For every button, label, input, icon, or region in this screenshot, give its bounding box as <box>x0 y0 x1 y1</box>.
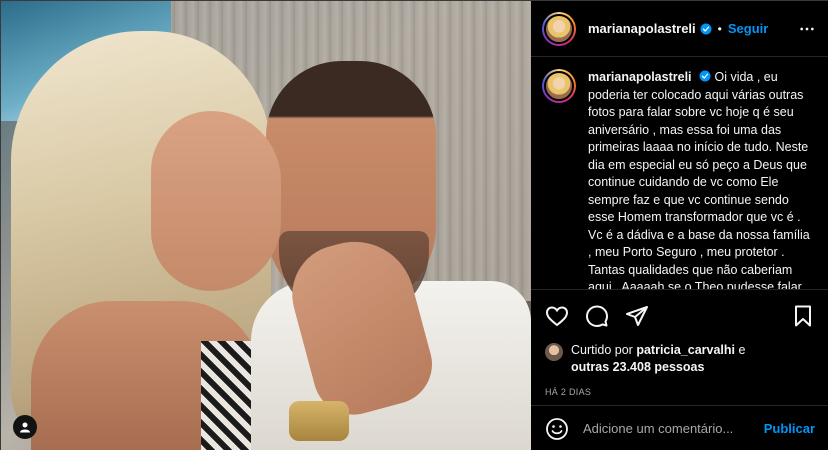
action-buttons <box>545 302 815 330</box>
likes-text: Curtido por patricia_carvalhi e outras 2… <box>571 342 745 376</box>
caption-row: marianapolastreli Oi vida , eu poderia t… <box>542 69 815 289</box>
photo-woman-face <box>151 111 281 291</box>
comment-input[interactable] <box>583 421 764 436</box>
bookmark-icon[interactable] <box>791 304 815 328</box>
likes-prefix: Curtido por <box>571 343 633 357</box>
post-modal: marianapolastreli • Seguir marianapolast… <box>0 0 828 450</box>
photo-watch <box>289 401 349 441</box>
user-tag-button[interactable] <box>13 415 37 439</box>
liked-by-user[interactable]: patricia_carvalhi <box>636 343 735 357</box>
post-timestamp[interactable]: HÁ 2 DIAS <box>545 387 815 397</box>
post-side-panel: marianapolastreli • Seguir marianapolast… <box>531 1 828 450</box>
liker-avatar[interactable] <box>545 343 563 361</box>
verified-icon <box>700 23 712 34</box>
likes-others-link[interactable]: outras 23.408 pessoas <box>571 360 704 374</box>
actions-section: Curtido por patricia_carvalhi e outras 2… <box>531 289 828 397</box>
caption-text: marianapolastreli Oi vida , eu poderia t… <box>588 69 815 289</box>
caption-section[interactable]: marianapolastreli Oi vida , eu poderia t… <box>531 57 828 289</box>
post-header: marianapolastreli • Seguir <box>531 1 828 57</box>
more-icon[interactable] <box>799 21 815 37</box>
post-photo[interactable] <box>1 1 531 450</box>
user-tag-icon <box>20 422 30 433</box>
share-icon[interactable] <box>625 304 649 328</box>
caption-username[interactable]: marianapolastreli <box>588 70 692 84</box>
likes-conjunction: e <box>738 343 746 357</box>
follow-button[interactable]: Seguir <box>728 21 768 36</box>
author-avatar[interactable] <box>542 11 576 46</box>
comment-icon[interactable] <box>585 304 609 328</box>
caption-body: Oi vida , eu poderia ter colocado aqui v… <box>588 70 810 289</box>
header-separator: • <box>717 21 722 36</box>
verified-icon <box>699 70 711 82</box>
likes-summary: Curtido por patricia_carvalhi e outras 2… <box>545 342 815 376</box>
heart-icon[interactable] <box>545 304 569 328</box>
caption-author-avatar[interactable] <box>542 69 576 103</box>
publish-button[interactable]: Publicar <box>764 421 815 436</box>
author-username[interactable]: marianapolastreli <box>588 21 696 36</box>
comment-form: Publicar <box>531 405 828 450</box>
emoji-icon[interactable] <box>545 417 569 441</box>
